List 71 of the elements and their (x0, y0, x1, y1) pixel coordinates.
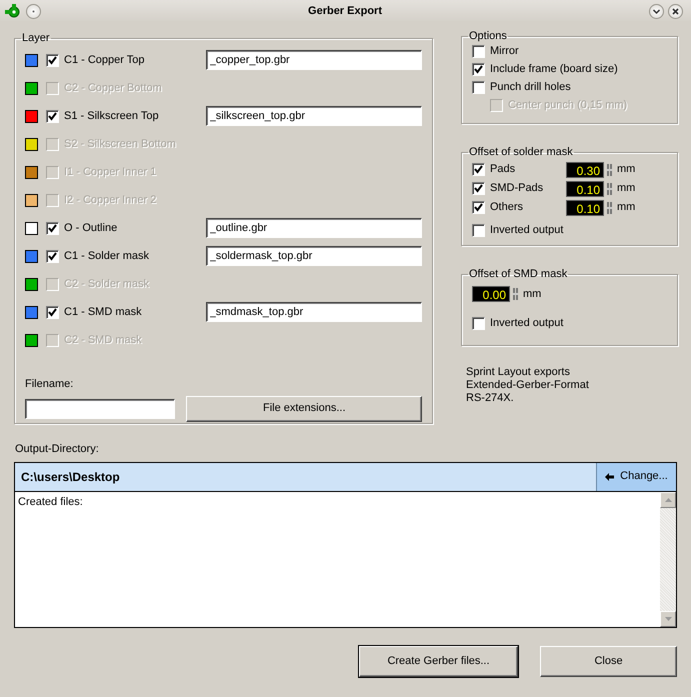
group-title: Offset of solder mask (468, 146, 574, 158)
checkbox[interactable] (472, 163, 485, 176)
unit-text: mm (617, 162, 636, 178)
app-icon (4, 3, 22, 19)
spin-handle-icon (607, 202, 612, 214)
checkbox[interactable] (472, 44, 485, 58)
scroll-down-icon (664, 616, 672, 620)
minimize-button[interactable] (649, 4, 664, 18)
layer-label: C1 - SMD mask (64, 304, 143, 320)
group-title: Offset of SMD mask (468, 268, 568, 280)
checkbox[interactable] (472, 62, 485, 76)
checkbox[interactable] (472, 224, 485, 236)
unit-text: mm (617, 181, 636, 196)
left-arrow-icon (605, 472, 614, 480)
checkbox[interactable] (46, 250, 59, 262)
filename-field[interactable]: _soldermask_top.gbr (206, 246, 422, 266)
info-text: Extended-Gerber-Format (466, 379, 590, 392)
checkbox[interactable] (472, 201, 485, 214)
checkbox[interactable] (46, 306, 59, 318)
layer-label: O - Outline (64, 220, 118, 236)
scroll-up-icon (664, 498, 672, 502)
scrollbar[interactable] (660, 492, 676, 626)
filename-label: Filename: (25, 377, 74, 392)
window-menu-button[interactable] (26, 4, 41, 18)
filename-field[interactable]: _copper_top.gbr (206, 50, 422, 70)
checkbox[interactable] (472, 182, 485, 195)
option-label: Others (490, 200, 524, 216)
close-dialog-button[interactable]: Close (540, 646, 677, 676)
option-label: Punch drill holes (490, 80, 571, 95)
option-label: SMD-Pads (490, 181, 544, 196)
value-field[interactable]: 0.00 (472, 286, 510, 302)
close-button[interactable] (668, 4, 683, 18)
option-label: Mirror (490, 44, 519, 59)
layer-label: C1 - Solder mask (64, 248, 150, 264)
log-text: Created files: (17, 494, 84, 510)
layer-label: C1 - Copper Top (64, 52, 146, 68)
info-text: Sprint Layout exports (466, 366, 571, 379)
option-label: Inverted output (490, 222, 564, 238)
checkbox[interactable] (46, 110, 59, 122)
option-label: Pads (490, 162, 516, 178)
checkbox[interactable] (46, 222, 59, 234)
file-extensions-button[interactable]: File extensions... (186, 396, 422, 422)
info-text: RS-274X. (466, 392, 515, 405)
create-button[interactable]: Create Gerber files... (359, 646, 518, 676)
checkbox[interactable] (472, 317, 485, 330)
checkbox[interactable] (46, 54, 59, 66)
group-title: Layer (21, 32, 51, 44)
value-field[interactable]: 0.10 (566, 200, 604, 216)
checkbox[interactable] (472, 80, 485, 94)
value-field[interactable]: 0.10 (566, 180, 604, 196)
option-label: Include frame (board size) (490, 62, 618, 77)
output-directory-label: Output-Directory: (15, 442, 100, 457)
group-title: Options (468, 30, 508, 42)
chevron-down-icon (652, 6, 661, 16)
filename-field[interactable]: _smdmask_top.gbr (206, 302, 422, 322)
directory-path: C:\users\Desktop (20, 468, 121, 486)
filename-input[interactable] (25, 398, 176, 418)
filename-field[interactable]: _outline.gbr (206, 218, 422, 238)
window-title: Gerber Export (307, 4, 383, 19)
spin-handle-icon (607, 182, 612, 194)
close-icon (671, 6, 680, 16)
dot-icon (32, 10, 35, 12)
unit-text: mm (617, 200, 636, 216)
filename-field[interactable]: _silkscreen_top.gbr (206, 106, 422, 126)
change-button[interactable]: Change... (596, 462, 676, 490)
spin-handle-icon (607, 164, 612, 176)
unit-text: mm (523, 287, 542, 302)
spin-handle-icon (513, 288, 518, 300)
option-label: Inverted output (490, 316, 564, 332)
value-field[interactable]: 0.30 (566, 162, 604, 178)
layer-label: S1 - Silkscreen Top (64, 108, 160, 124)
